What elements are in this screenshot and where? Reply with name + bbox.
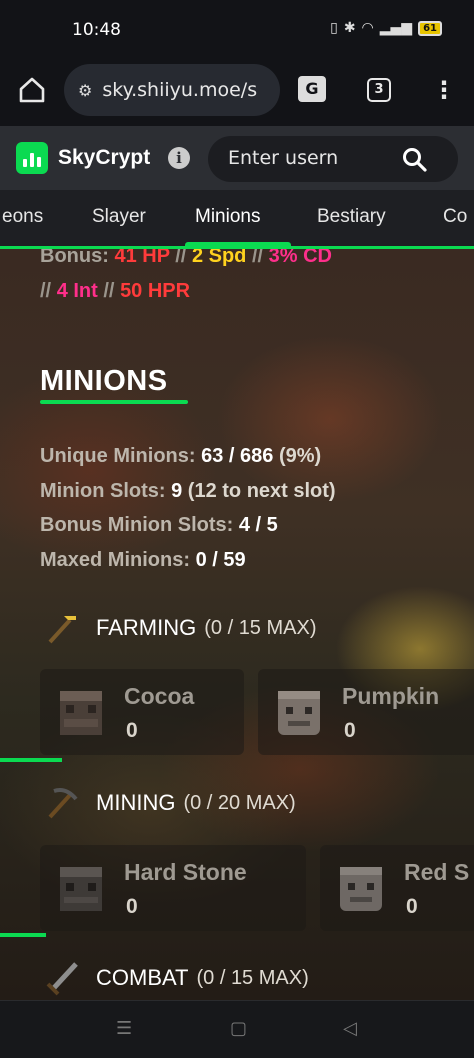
- bonus-speed: 2 Spd: [191, 249, 247, 267]
- status-bar: 10:48 ▯ ✱ ◠ ▂▄▆ 61: [0, 0, 474, 56]
- bluetooth-icon: ✱: [343, 20, 356, 36]
- tab-minions[interactable]: Minions: [195, 206, 260, 228]
- signal-icon: ▂▄▆: [379, 20, 413, 36]
- category-name: FARMING: [96, 615, 197, 640]
- bonus-separator: //: [175, 249, 187, 267]
- recent-apps-icon[interactable]: ☰: [116, 1018, 132, 1039]
- bonus-line-2: // 4 Int // 50 HPR: [40, 280, 190, 303]
- section-title-underline: [40, 400, 188, 404]
- minion-card-pumpkin[interactable]: Pumpkin 0: [258, 669, 474, 755]
- minion-card-hard-stone[interactable]: Hard Stone 0: [40, 845, 306, 931]
- url-text: sky.shiiyu.moe/s: [102, 79, 258, 101]
- minion-card-red-sand[interactable]: Red S 0: [320, 845, 474, 931]
- farming-progress-bar: [0, 758, 62, 762]
- section-tabs: eons Slayer Minions Bestiary Co: [0, 190, 474, 248]
- minion-tier: 0: [126, 895, 138, 918]
- wifi-icon: ◠: [361, 20, 374, 36]
- category-combat: COMBAT (0 / 15 MAX): [44, 960, 309, 996]
- bonus-label: Bonus:: [40, 249, 109, 267]
- translate-icon[interactable]: G: [298, 76, 326, 102]
- minion-card-cocoa[interactable]: Cocoa 0: [40, 669, 244, 755]
- minion-name: Hard Stone: [124, 859, 247, 885]
- bonus-hp: 41 HP: [114, 249, 170, 267]
- bonus-minion-slots-stat: Bonus Minion Slots: 4 / 5: [40, 514, 278, 536]
- tab-bestiary[interactable]: Bestiary: [317, 206, 386, 228]
- system-navigation-bar: ☰ ▢ ◁: [0, 1000, 474, 1058]
- back-icon[interactable]: ◁: [343, 1018, 357, 1039]
- minion-name: Red S: [404, 859, 470, 885]
- browser-toolbar: ⚙ sky.shiiyu.moe/s G 3 ⋮: [0, 56, 474, 126]
- unique-minions-stat: Unique Minions: 63 / 686 (9%): [40, 445, 322, 467]
- category-count: (0 / 15 MAX): [204, 616, 317, 639]
- search-input[interactable]: Enter usern: [228, 147, 378, 169]
- category-mining: MINING (0 / 20 MAX): [44, 785, 296, 821]
- vibrate-icon: ▯: [330, 20, 338, 36]
- bonus-health-regen: 50 HPR: [120, 280, 191, 302]
- red-sand-minion-icon: [340, 867, 382, 911]
- search-icon[interactable]: [402, 147, 428, 173]
- minion-tier: 0: [126, 719, 138, 742]
- sword-icon: [46, 962, 78, 996]
- minion-slots-stat: Minion Slots: 9 (12 to next slot): [40, 480, 336, 502]
- tab-collections[interactable]: Co: [443, 206, 467, 228]
- cocoa-minion-icon: [60, 691, 102, 735]
- tab-slayer[interactable]: Slayer: [92, 206, 146, 228]
- status-icons: ▯ ✱ ◠ ▂▄▆ 61: [330, 20, 442, 36]
- minions-panel: Bonus: 41 HP // 2 Spd // 3% CD // 4 Int …: [0, 249, 474, 1000]
- bonus-intelligence: 4 Int: [56, 280, 98, 302]
- minion-name: Cocoa: [124, 683, 195, 709]
- category-name: MINING: [96, 790, 176, 815]
- player-search[interactable]: Enter usern: [208, 136, 458, 182]
- hoe-icon: [48, 616, 76, 644]
- minion-tier: 0: [406, 895, 418, 918]
- home-icon[interactable]: [18, 76, 46, 104]
- bonus-separator: //: [251, 249, 264, 267]
- hard-stone-minion-icon: [60, 867, 102, 911]
- skycrypt-logo-icon[interactable]: [16, 142, 48, 174]
- category-count: (0 / 20 MAX): [183, 791, 296, 814]
- info-icon[interactable]: i: [168, 147, 190, 169]
- minion-tier: 0: [344, 719, 356, 742]
- tab-switcher-button[interactable]: 3: [367, 78, 391, 102]
- brand-name[interactable]: SkyCrypt: [58, 146, 150, 170]
- minion-name: Pumpkin: [342, 683, 440, 709]
- category-count: (0 / 15 MAX): [196, 966, 309, 989]
- bonus-separator: //: [103, 280, 115, 302]
- category-name: COMBAT: [96, 965, 189, 990]
- section-title: MINIONS: [40, 365, 168, 397]
- bonus-line-1: Bonus: 41 HP // 2 Spd // 3% CD: [40, 249, 332, 268]
- app-header: SkyCrypt i Enter usern: [0, 126, 474, 190]
- home-nav-icon[interactable]: ▢: [230, 1018, 247, 1039]
- address-bar[interactable]: ⚙ sky.shiiyu.moe/s: [64, 64, 280, 116]
- bonus-separator: //: [40, 280, 52, 302]
- tab-dungeons[interactable]: eons: [2, 206, 43, 228]
- status-time: 10:48: [72, 20, 121, 40]
- bonus-crit-damage: 3% CD: [268, 249, 332, 267]
- maxed-minions-stat: Maxed Minions: 0 / 59: [40, 549, 246, 571]
- pumpkin-minion-icon: [278, 691, 320, 735]
- category-farming: FARMING (0 / 15 MAX): [44, 610, 317, 646]
- site-settings-icon[interactable]: ⚙: [78, 81, 92, 100]
- more-menu-icon[interactable]: ⋮: [432, 74, 456, 106]
- mining-progress-bar: [0, 933, 46, 937]
- battery-icon: 61: [418, 20, 442, 36]
- pickaxe-icon: [48, 788, 78, 819]
